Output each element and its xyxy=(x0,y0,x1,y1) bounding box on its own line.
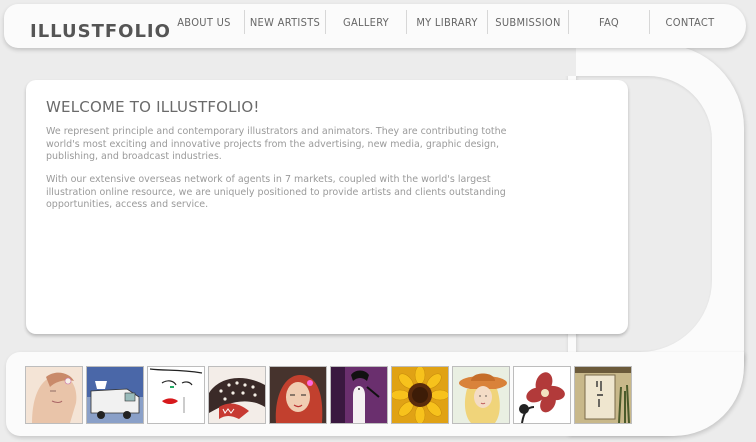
welcome-paragraph-1: We represent principle and contemporary … xyxy=(46,126,507,162)
thumbnail-strip xyxy=(26,367,631,423)
nav-contact[interactable]: CONTACT xyxy=(649,10,730,34)
welcome-paragraph-2: With our extensive overseas network of a… xyxy=(46,174,506,210)
nav-my-library[interactable]: MY LIBRARY xyxy=(406,10,487,34)
thumb-red-hair-girl[interactable] xyxy=(270,367,326,423)
thumb-red-lips-face[interactable] xyxy=(148,367,204,423)
thumb-sunflower[interactable] xyxy=(392,367,448,423)
main-nav: ABOUT US NEW ARTISTS GALLERY MY LIBRARY … xyxy=(164,10,730,34)
thumb-creature[interactable] xyxy=(209,367,265,423)
frame-gap xyxy=(0,44,576,76)
nav-submission[interactable]: SUBMISSION xyxy=(487,10,568,34)
site-logo[interactable]: ILLUSTFOLIO xyxy=(30,21,171,42)
nav-gallery[interactable]: GALLERY xyxy=(325,10,406,34)
thumb-flower-figure[interactable] xyxy=(514,367,570,423)
nav-new-artists[interactable]: NEW ARTISTS xyxy=(244,10,325,34)
nav-faq[interactable]: FAQ xyxy=(568,10,649,34)
welcome-title: WELCOME TO ILLUSTFOLIO! xyxy=(46,98,260,116)
thumb-purple-figure[interactable] xyxy=(331,367,387,423)
thumb-truck[interactable] xyxy=(87,367,143,423)
thumb-scroll-painting[interactable] xyxy=(575,367,631,423)
welcome-panel: WELCOME TO ILLUSTFOLIO! We represent pri… xyxy=(26,80,628,334)
nav-about-us[interactable]: ABOUT US xyxy=(164,10,244,34)
thumb-woman-portrait[interactable] xyxy=(26,367,82,423)
thumb-hat-woman[interactable] xyxy=(453,367,509,423)
